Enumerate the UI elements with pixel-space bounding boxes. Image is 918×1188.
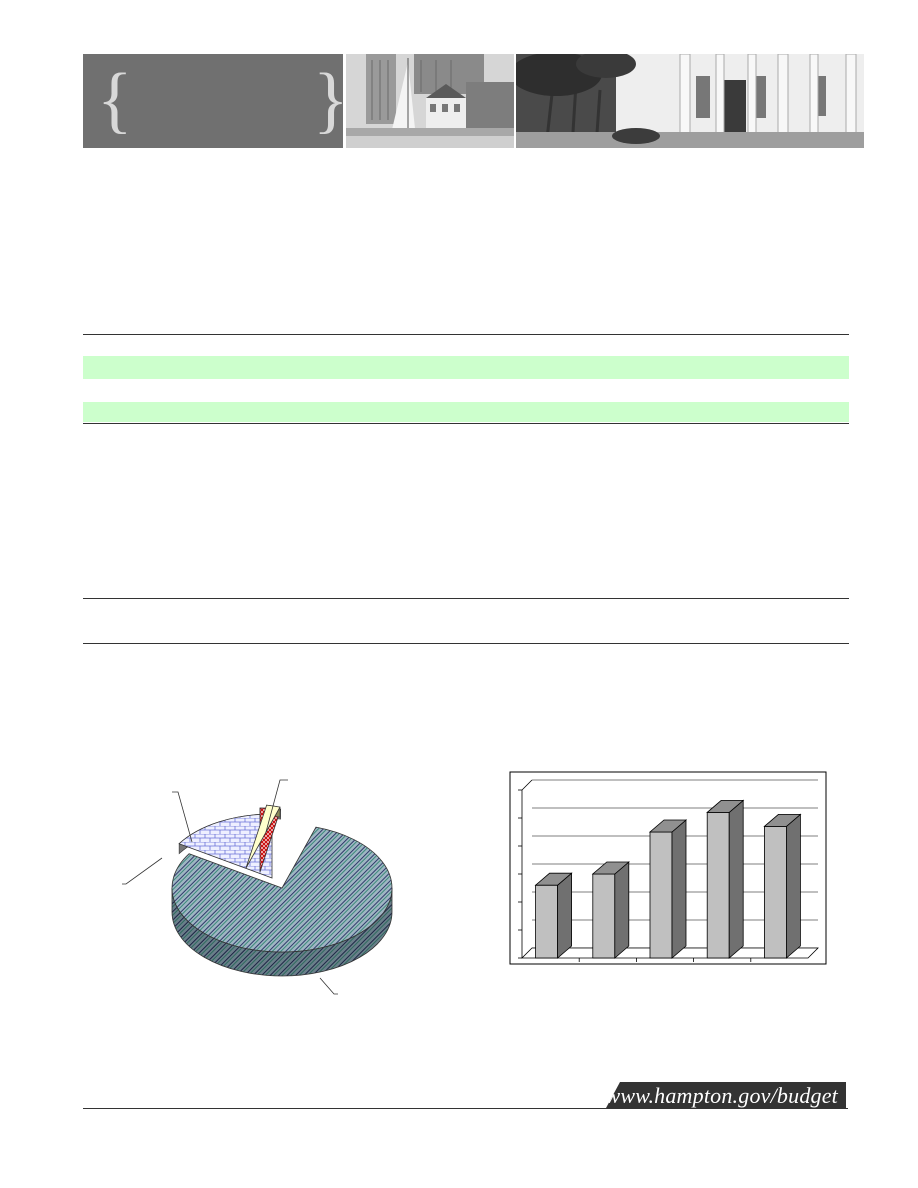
bar-3 [649,831,673,959]
header-banner: { } [83,54,864,148]
section-top-rule [83,334,849,335]
marina-photo [346,54,514,148]
section-mid-rule [83,598,849,599]
footer-url-text[interactable]: www.hampton.gov/budget [605,1083,838,1109]
left-brace-icon: { [97,59,133,141]
bar-4-side [728,799,744,959]
bar-5-side [785,813,801,959]
courthouse-photo [516,54,864,148]
section-band-rule [83,423,849,424]
pie-leader-line-main [319,977,338,995]
footer-url-banner[interactable]: www.hampton.gov/budget [605,1082,846,1109]
banner-title-block: { } [83,54,349,148]
bar-chart [509,771,827,965]
highlight-band-2 [83,402,849,422]
bar-5 [763,826,787,959]
bar-3-side [671,819,687,959]
section-lower-rule [83,643,849,644]
highlight-band-1 [83,356,849,379]
bar-1 [535,884,559,959]
bar-4 [706,812,730,959]
pie-leader-line-yellow [122,857,163,885]
bar-1-side [557,872,572,959]
pie-leader-line-red [172,791,193,843]
right-brace-icon: } [313,59,349,141]
pie-chart [122,779,393,995]
bar-2-side [614,861,630,959]
bar-2 [592,873,616,959]
